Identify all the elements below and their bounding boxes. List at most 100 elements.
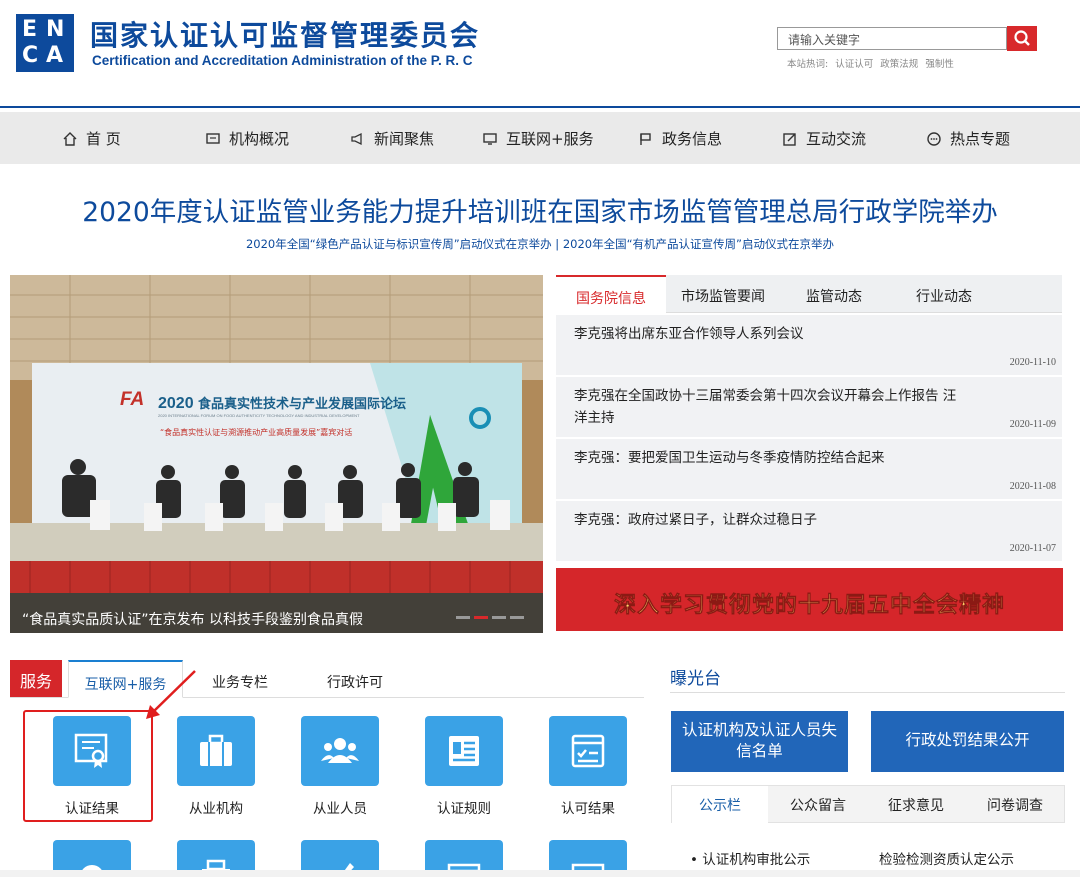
tile-cert-rules[interactable] (425, 716, 503, 786)
news-title[interactable]: 李克强在全国政协十三届常委会第十四次会议开幕会上作报告 汪洋主持 (574, 385, 964, 429)
people-icon (321, 738, 359, 763)
nav-item-about[interactable]: 机构概况 (205, 128, 289, 149)
briefcase-icon (200, 734, 232, 766)
tile-personnel[interactable] (301, 716, 379, 786)
edit-icon (783, 132, 796, 146)
banner-text: 深入学习贯彻党的十九届五中全会精神 (613, 593, 1005, 619)
tab-industry[interactable]: 行业动态 (894, 275, 994, 313)
hotword-link[interactable]: 强制性 (925, 59, 954, 70)
news-date: 2020-11-09 (1009, 419, 1056, 430)
search-button[interactable] (1007, 26, 1037, 51)
service-header: 服务 互联网+服务 业务专栏 行政许可 (10, 660, 644, 698)
tab-business-column[interactable]: 业务专栏 (195, 660, 285, 698)
news-date: 2020-11-07 (1009, 543, 1056, 554)
nav-item-news[interactable]: 新闻聚焦 (350, 128, 434, 149)
nav-label: 首 页 (86, 130, 121, 148)
nav-label: 互联网+服务 (506, 130, 594, 148)
nav-label: 机构概况 (229, 130, 290, 148)
penalty-results-button[interactable]: 行政处罚结果公开 (871, 711, 1064, 772)
tab-notice[interactable]: 公示栏 (672, 786, 768, 824)
tab-survey[interactable]: 问卷调查 (966, 786, 1064, 824)
headline-sub[interactable]: 2020年全国“绿色产品认证与标识宣传周”启动仪式在京举办 | 2020年全国“… (0, 236, 1080, 252)
news-item[interactable]: 李克强在全国政协十三届常委会第十四次会议开幕会上作报告 汪洋主持 2020-11… (556, 377, 1062, 437)
news-title[interactable]: 李克强：政府过紧日子，让群众过稳日子 (574, 509, 964, 531)
news-panel: 国务院信息 市场监管要闻 监管动态 行业动态 李克强将出席东亚合作领导人系列会议… (556, 275, 1062, 561)
tab-market-news[interactable]: 市场监管要闻 (668, 275, 778, 313)
hotwords: 本站热词: 认证认可 政策法规 强制性 (787, 56, 958, 70)
notice-item[interactable]: • 认证机构审批公示 (690, 848, 810, 868)
news-item[interactable]: 李克强：政府过紧日子，让群众过稳日子 2020-11-07 (556, 501, 1062, 561)
tab-admin-license[interactable]: 行政许可 (310, 660, 400, 698)
screen-year: 2020 (158, 395, 194, 412)
monitor-icon (206, 132, 220, 144)
nav-label: 互动交流 (806, 130, 867, 148)
cnca-logo-icon[interactable]: EN CA (16, 14, 74, 72)
nav-item-home[interactable]: 首 页 (62, 128, 121, 149)
tab-state-council[interactable]: 国务院信息 (556, 275, 666, 313)
screen-en: 2020 INTERNATIONAL FORUM ON FOOD AUTHENT… (158, 413, 360, 418)
bottom-strip (0, 870, 1080, 877)
blacklist-button[interactable]: 认证机构及认证人员失信名单 (671, 711, 848, 772)
hotwords-label: 本站热词: (787, 59, 829, 70)
divider (670, 692, 1065, 693)
nav-item-internet-service[interactable]: 互联网+服务 (482, 128, 594, 149)
news-title[interactable]: 李克强：要把爱国卫生运动与冬季疫情防控结合起来 (574, 447, 964, 469)
search-input[interactable]: 请输入关键字 (777, 27, 1007, 50)
slider-dots (456, 616, 524, 619)
checklist-icon (571, 734, 605, 768)
nav-label: 热点专题 (950, 130, 1011, 148)
hotword-link[interactable]: 认证认可 (835, 59, 873, 70)
news-item[interactable]: 李克强：要把爱国卫生运动与冬季疫情防控结合起来 2020-11-08 (556, 439, 1062, 499)
annotation-highlight (23, 710, 153, 822)
slide-caption[interactable]: “食品真实品质认证”在京发布 以科技手段鉴别食品真假 (22, 609, 363, 629)
nav-label: 新闻聚焦 (374, 130, 435, 148)
chat-icon (927, 131, 941, 146)
tile-label[interactable]: 从业机构 (156, 797, 276, 817)
screen-sub: “食品真实性认证与溯源推动产业高质量发展”嘉宾对话 (160, 427, 352, 437)
main-nav: 首 页 机构概况 新闻聚焦 互联网+服务 政务信息 互动交流 热点专题 (0, 112, 1080, 164)
site-title-en: Certification and Accreditation Administ… (92, 53, 473, 68)
headline-title[interactable]: 2020年度认证监管业务能力提升培训班在国家市场监管管理总局行政学院举办 (0, 190, 1080, 229)
screen-title: 食品真实性技术与产业发展国际论坛 (198, 396, 406, 412)
tile-accreditation-result[interactable] (549, 716, 627, 786)
tab-public-message[interactable]: 公众留言 (770, 786, 866, 824)
tab-consultation[interactable]: 征求意见 (868, 786, 964, 824)
flag-icon (640, 132, 651, 145)
notice-tabs: 公示栏 公众留言 征求意见 问卷调查 (671, 785, 1065, 824)
search-icon (1014, 30, 1030, 46)
news-item[interactable]: 李克强将出席东亚合作领导人系列会议 2020-11-10 (556, 315, 1062, 375)
tile-institutions[interactable] (177, 716, 255, 786)
svg-text:FA: FA (120, 389, 144, 410)
list-icon (449, 736, 479, 766)
slider-dot-active[interactable] (474, 616, 488, 619)
tile-label[interactable]: 认可结果 (528, 797, 648, 817)
notice-item-label: 认证机构审批公示 (702, 852, 811, 868)
news-date: 2020-11-08 (1009, 481, 1056, 492)
slider-dot[interactable] (492, 616, 506, 619)
promo-banner[interactable]: 深入学习贯彻党的十九届五中全会精神 (556, 568, 1063, 631)
news-date: 2020-11-10 (1009, 357, 1056, 368)
home-icon (63, 131, 77, 146)
notice-item-label: 检验检测资质认定公示 (879, 852, 1014, 868)
news-tabs: 国务院信息 市场监管要闻 监管动态 行业动态 (556, 275, 1062, 313)
nav-item-interaction[interactable]: 互动交流 (782, 128, 866, 149)
slider-dot[interactable] (510, 616, 524, 619)
site-header: EN CA 国家认证认可监督管理委员会 Certification and Ac… (0, 0, 1080, 108)
nav-item-gov-info[interactable]: 政务信息 (638, 128, 722, 149)
nav-item-topics[interactable]: 热点专题 (926, 128, 1010, 149)
nav-label: 政务信息 (662, 130, 723, 148)
tab-supervision[interactable]: 监管动态 (784, 275, 884, 313)
megaphone-icon (351, 132, 362, 145)
forum-photo: FA 2020 食品真实性技术与产业发展国际论坛 2020 INTERNATIO… (10, 275, 543, 593)
exposure-title: 曝光台 (670, 669, 721, 689)
site-title-cn[interactable]: 国家认证认可监督管理委员会 (90, 14, 480, 54)
tile-label[interactable]: 认证规则 (404, 797, 524, 817)
slider-dot[interactable] (456, 616, 470, 619)
news-title[interactable]: 李克强将出席东亚合作领导人系列会议 (574, 323, 964, 345)
hotword-link[interactable]: 政策法规 (880, 59, 918, 70)
service-label: 服务 (10, 660, 62, 697)
notice-item[interactable]: 检验检测资质认定公示 (879, 848, 1014, 868)
screen-icon (483, 132, 497, 145)
photo-slider[interactable]: FA 2020 食品真实性技术与产业发展国际论坛 2020 INTERNATIO… (10, 275, 543, 633)
tile-label[interactable]: 从业人员 (280, 797, 400, 817)
